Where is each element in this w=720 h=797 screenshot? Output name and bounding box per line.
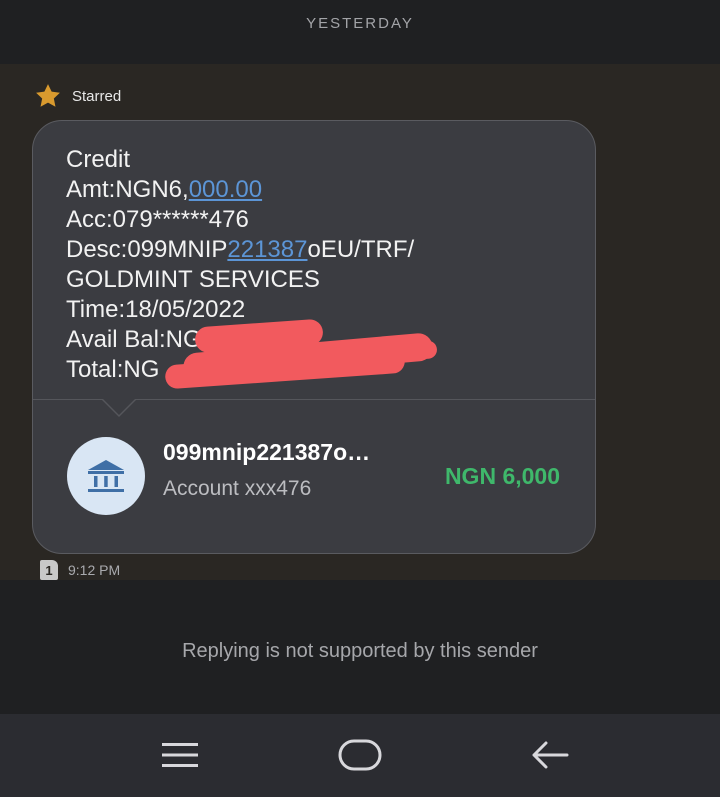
message-meta: 1 9:12 PM — [40, 560, 120, 580]
starred-indicator: Starred — [34, 82, 121, 110]
desc-link[interactable]: 221387 — [227, 236, 307, 263]
message-line-description: Desc:099MNIP221387oEU/TRF/ — [66, 235, 414, 265]
menu-icon — [162, 743, 198, 767]
transaction-amount: NGN 6,000 — [444, 463, 560, 489]
message-line-time: Time:18/05/2022 — [66, 296, 246, 323]
date-header: YESTERDAY — [0, 0, 720, 64]
message-line-merchant: GOLDMINT SERVICES — [66, 266, 320, 293]
desc-suffix: oEU/TRF/ — [307, 236, 415, 263]
amount-link[interactable]: 000.00 — [189, 176, 262, 203]
divider-notch-inner — [103, 399, 135, 415]
star-icon — [36, 84, 60, 107]
message-line-type: Credit — [66, 146, 131, 173]
recent-apps-button[interactable] — [150, 732, 210, 778]
message-time: 9:12 PM — [68, 562, 121, 578]
back-button[interactable] — [520, 732, 580, 778]
bank-icon — [88, 460, 124, 492]
reply-notice: Replying is not supported by this sender — [182, 640, 538, 662]
date-label: YESTERDAY — [306, 15, 414, 32]
back-icon — [532, 741, 569, 769]
transaction-title[interactable]: 099mnip221387o… — [163, 439, 370, 466]
home-button[interactable] — [330, 732, 390, 778]
message-line-amount: Amt:NGN6,000.00 — [66, 175, 414, 205]
message-bubble[interactable]: Credit Amt:NGN6,000.00 Acc:079******476 … — [32, 120, 596, 554]
reply-area: Replying is not supported by this sender — [0, 580, 720, 714]
sim-icon: 1 — [40, 560, 58, 580]
desc-prefix: Desc:099MNIP — [66, 236, 228, 263]
starred-label: Starred — [72, 87, 122, 105]
amount-prefix: Amt:NGN6, — [66, 176, 189, 203]
home-icon — [338, 739, 382, 771]
navigation-bar — [0, 714, 720, 797]
transaction-account: Account xxx476 — [163, 477, 312, 500]
message-line-account: Acc:079******476 — [66, 206, 249, 233]
bank-avatar — [67, 437, 145, 515]
